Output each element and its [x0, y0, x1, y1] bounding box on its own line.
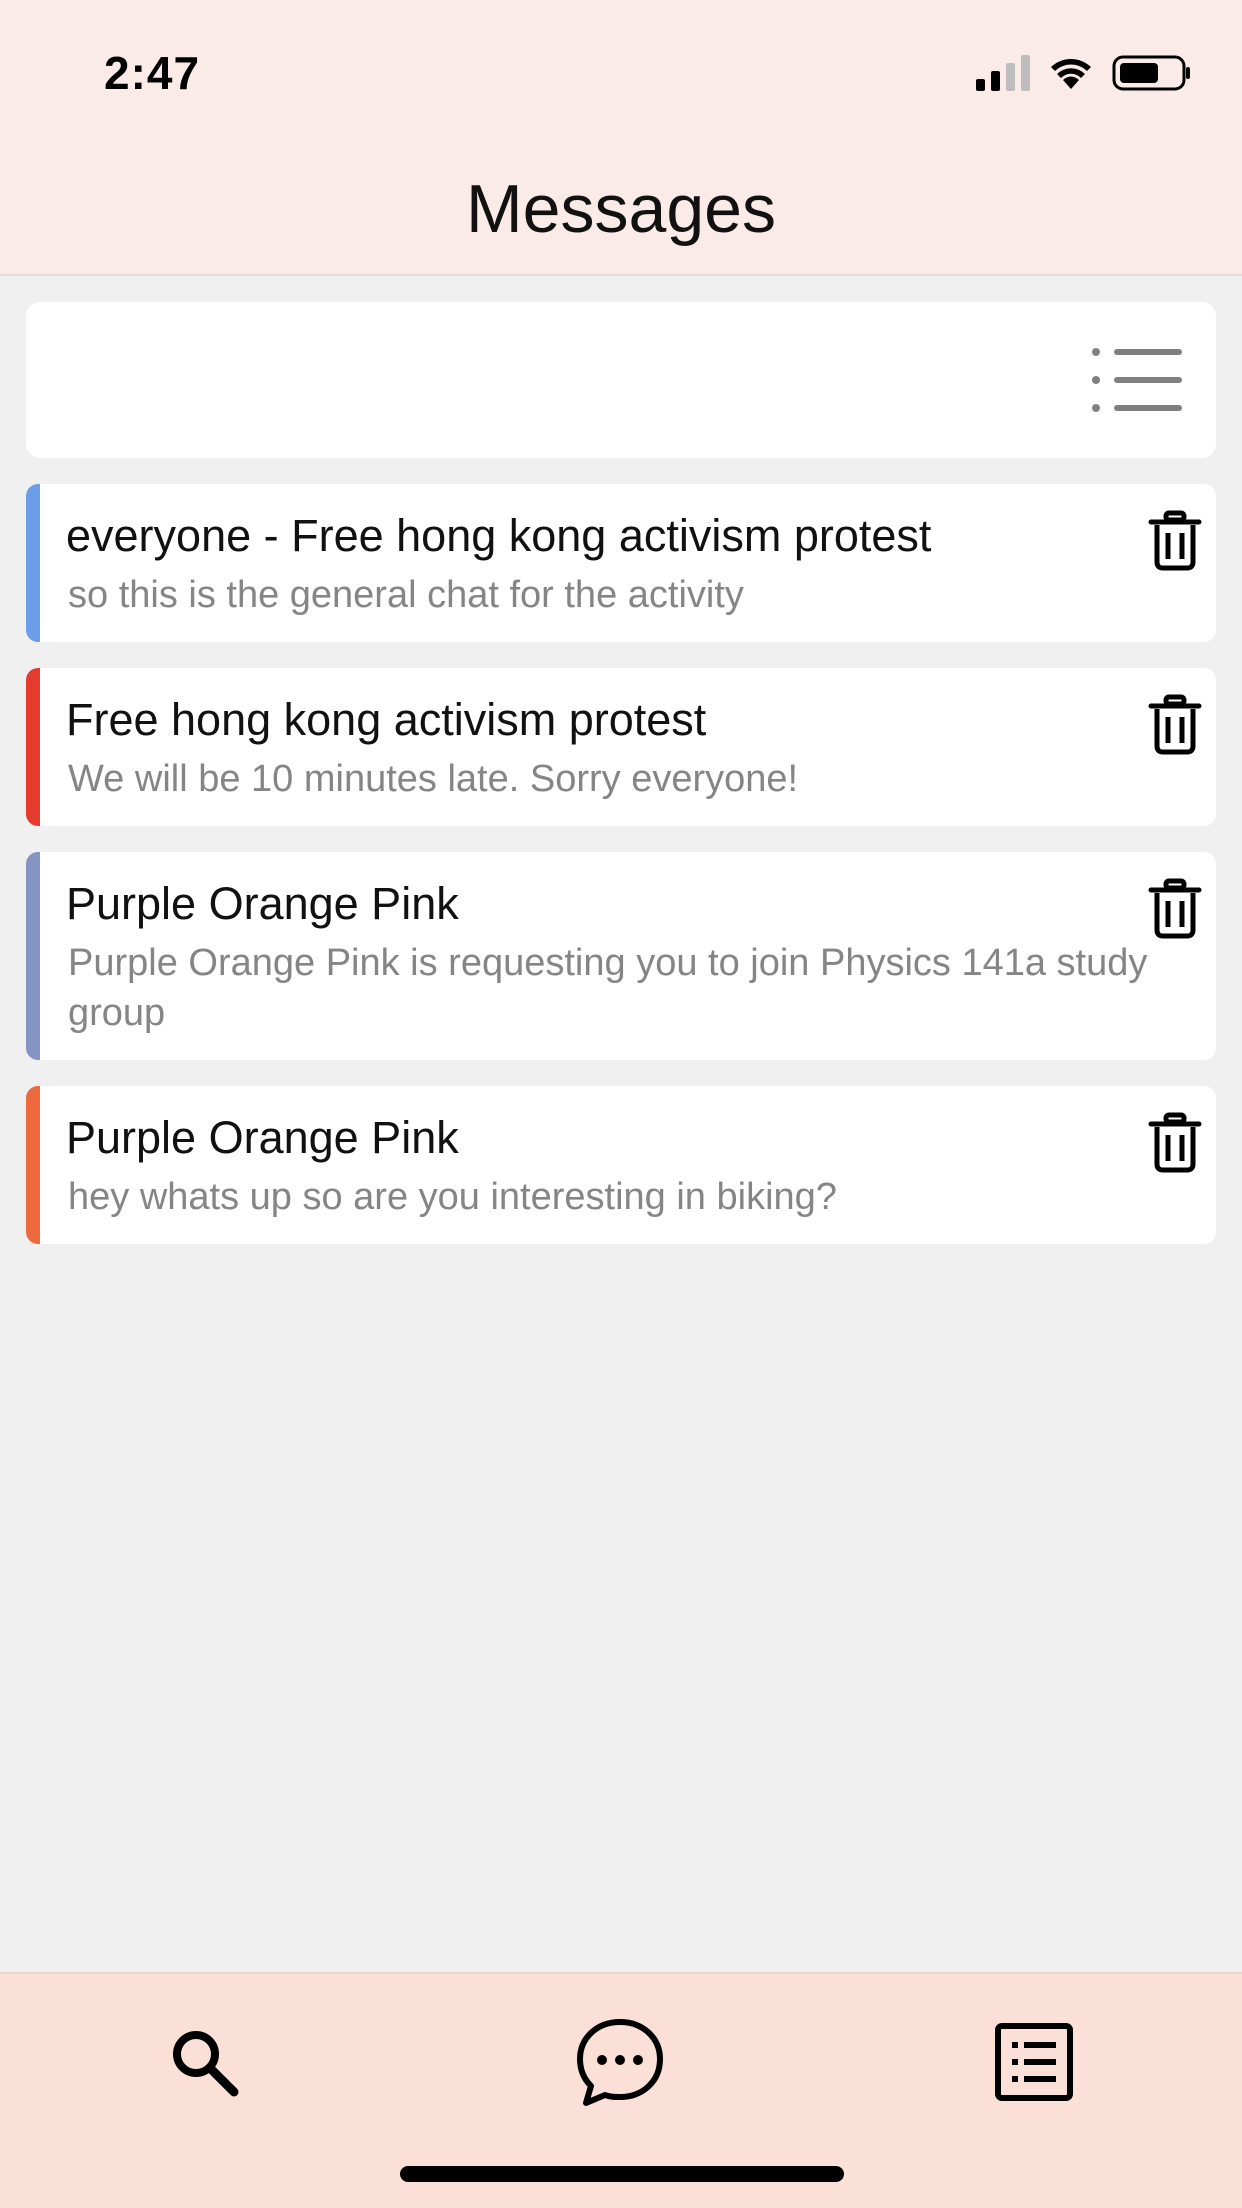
message-accent [26, 484, 40, 642]
filter-bar [26, 302, 1216, 458]
page-title: Messages [466, 171, 776, 247]
message-preview: hey whats up so are you interesting in b… [68, 1176, 837, 1218]
message-preview: so this is the general chat for the acti… [68, 574, 744, 616]
message-title: Purple Orange Pink [66, 878, 459, 929]
message-card[interactable]: Purple Orange Pink Purple Orange Pink is… [26, 852, 1216, 1060]
trash-icon[interactable] [1148, 1112, 1202, 1174]
wifi-icon [1051, 59, 1091, 89]
chat-bubble-icon[interactable] [570, 2012, 670, 2112]
trash-icon[interactable] [1148, 510, 1202, 572]
list-filter-icon[interactable] [1090, 346, 1186, 414]
message-card[interactable]: Purple Orange Pink hey whats up so are y… [26, 1086, 1216, 1244]
status-icons [976, 54, 1192, 92]
status-time: 2:47 [104, 47, 201, 99]
message-title: everyone - Free hong kong activism prote… [66, 510, 932, 561]
message-accent [26, 668, 40, 826]
message-preview: Purple Orange Pink is requesting you to … [68, 942, 1148, 1034]
trash-icon[interactable] [1148, 878, 1202, 940]
message-accent [26, 852, 40, 1060]
message-preview: We will be 10 minutes late. Sorry everyo… [68, 758, 799, 800]
message-title: Purple Orange Pink [66, 1112, 459, 1163]
home-indicator[interactable] [400, 2166, 844, 2182]
message-card[interactable]: everyone - Free hong kong activism prote… [26, 484, 1216, 642]
cellular-signal-icon [976, 55, 1030, 91]
battery-icon [1112, 55, 1190, 91]
header: 2:47 Messages [0, 0, 1242, 276]
search-icon[interactable] [154, 2012, 254, 2112]
list-icon[interactable] [984, 2012, 1084, 2112]
trash-icon[interactable] [1148, 694, 1202, 756]
messages-screen: 2:47 Messages everyone - Free hong kong … [0, 0, 1242, 2208]
message-accent [26, 1086, 40, 1244]
message-card[interactable]: Free hong kong activism protest We will … [26, 668, 1216, 826]
message-title: Free hong kong activism protest [66, 694, 707, 745]
